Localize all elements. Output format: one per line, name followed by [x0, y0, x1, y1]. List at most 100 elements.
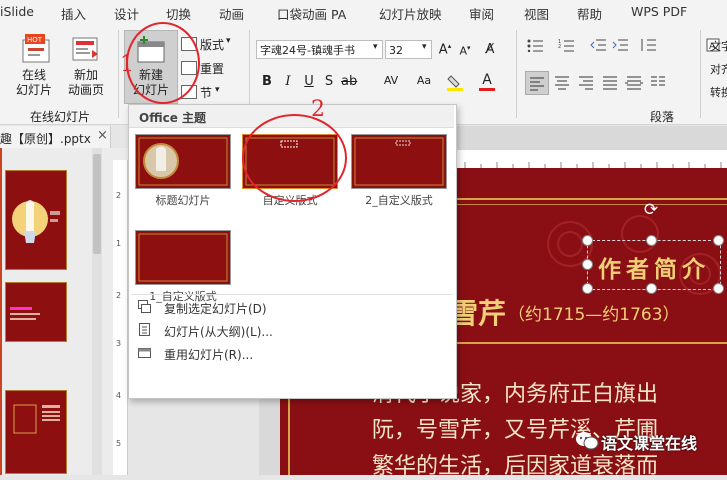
layout-chevron-icon: ▾ — [226, 36, 231, 46]
clear-format-icon[interactable]: A̸ — [482, 42, 498, 57]
svg-text:HOT: HOT — [27, 36, 43, 44]
menu-design[interactable]: 设计 — [114, 4, 139, 23]
layout-label: 2_自定义版式 — [365, 194, 433, 207]
reset-button[interactable]: 重置 — [200, 60, 224, 77]
new-animation-page-icon — [72, 36, 100, 64]
menu-pocket-animation[interactable]: 口袋动画 PA — [277, 4, 346, 23]
author-intro-textbox[interactable]: 作者简介 — [587, 240, 721, 290]
slide-thumbnail-pane — [0, 148, 128, 475]
numbering-icon[interactable]: 12 — [558, 38, 574, 52]
slides-from-outline-command[interactable]: 幻灯片(从大纲)(L)... — [129, 319, 454, 341]
text-direction-button[interactable]: 文字 — [710, 38, 727, 54]
strikethrough-icon[interactable]: ab — [341, 74, 357, 89]
bold-icon[interactable]: B — [259, 74, 275, 89]
svg-text:2: 2 — [116, 191, 121, 200]
resize-handle[interactable] — [582, 235, 593, 246]
author-name: 雪芹 — [450, 297, 507, 330]
svg-text:2: 2 — [558, 44, 561, 50]
thumbnail-scrollbar[interactable] — [93, 154, 101, 254]
font-size-chevron-icon: ▾ — [422, 42, 427, 52]
increase-indent-icon[interactable] — [612, 38, 628, 52]
distribute-icon[interactable] — [624, 72, 644, 92]
font-name-chevron-icon: ▾ — [373, 42, 378, 52]
font-name-combo[interactable]: 字魂24号-镇魂手书 — [256, 40, 383, 59]
resize-handle[interactable] — [713, 283, 724, 294]
resize-handle[interactable] — [646, 235, 657, 246]
reuse-slides-command[interactable]: 重用幻灯片(R)... — [129, 342, 454, 364]
annotation-circle — [242, 114, 347, 202]
author-years: （约1715—约1763） — [508, 305, 680, 325]
svg-text:3: 3 — [116, 339, 121, 348]
wechat-logo-icon — [575, 430, 599, 450]
columns-icon[interactable] — [649, 72, 667, 92]
bullets-icon[interactable] — [527, 38, 543, 53]
horizontal-ruler — [455, 150, 727, 169]
gallery-section-title: Office 主题 — [139, 111, 207, 125]
section-chevron-icon: ▾ — [215, 85, 220, 95]
vertical-ruler: 2 1 2 3 4 5 — [113, 160, 128, 475]
command-label: 幻灯片(从大纲)(L)... — [164, 325, 273, 339]
align-center-icon[interactable] — [552, 72, 572, 92]
duplicate-icon — [138, 300, 151, 313]
rotate-handle-icon[interactable]: ⟳ — [642, 201, 660, 219]
menu-slideshow[interactable]: 幻灯片放映 — [379, 4, 442, 23]
duplicate-slides-command[interactable]: 复制选定幻灯片(D) — [129, 296, 454, 318]
justify-icon[interactable] — [600, 72, 620, 92]
resize-handle[interactable] — [713, 235, 724, 246]
svg-text:1: 1 — [116, 239, 121, 248]
align-left-button[interactable] — [525, 71, 549, 95]
svg-text:5: 5 — [116, 439, 121, 448]
font-color-icon[interactable]: A — [478, 72, 496, 92]
new-animation-page-button[interactable]: 新加 动画页 — [58, 68, 114, 98]
slide-thumbnail[interactable] — [5, 170, 67, 270]
menu-wps-pdf[interactable]: WPS PDF — [631, 4, 687, 19]
group-label-paragraph: 段落 — [650, 110, 675, 124]
grow-font-icon[interactable]: A▴ — [437, 42, 453, 57]
command-label: 重用幻灯片(R)... — [164, 348, 254, 362]
annotation-number: 2 — [311, 97, 325, 122]
online-slides-icon: HOT — [22, 34, 50, 64]
menu-view[interactable]: 视图 — [524, 4, 549, 23]
svg-text:4: 4 — [116, 391, 121, 400]
slide-thumbnail[interactable] — [5, 390, 67, 474]
shrink-font-icon[interactable]: A▾ — [457, 44, 473, 58]
menu-transitions[interactable]: 切换 — [166, 4, 191, 23]
menu-islide[interactable]: iSlide — [0, 4, 34, 19]
close-icon[interactable]: × — [97, 128, 108, 143]
outline-icon — [138, 323, 151, 336]
resize-handle[interactable] — [646, 283, 657, 294]
shadow-icon[interactable]: S — [321, 74, 337, 89]
menu-animations[interactable]: 动画 — [219, 4, 244, 23]
menu-bar: iSlide 插入 设计 切换 动画 口袋动画 PA 幻灯片放映 审阅 视图 帮… — [0, 0, 727, 24]
decrease-indent-icon[interactable] — [590, 38, 606, 52]
layout-button[interactable]: 版式 — [200, 36, 224, 53]
document-tab-title: 趣【原创】.pptx — [0, 132, 91, 146]
reuse-slides-icon — [138, 346, 151, 359]
change-case-icon[interactable]: Aa — [416, 74, 432, 87]
group-label-online-slides: 在线幻灯片 — [30, 110, 91, 124]
convert-smartart-button[interactable]: 转换 — [710, 84, 727, 100]
align-text-button[interactable]: 对齐 — [710, 61, 727, 77]
line-spacing-icon[interactable] — [640, 38, 656, 52]
char-spacing-icon[interactable]: AV — [383, 74, 399, 87]
section-button[interactable]: 节 — [200, 84, 212, 101]
slide-thumbnail[interactable] — [5, 282, 67, 342]
online-slides-button[interactable]: 在线 幻灯片 — [6, 68, 62, 98]
italic-icon[interactable]: I — [280, 74, 296, 89]
watermark-text: 语文课堂在线 — [601, 434, 698, 453]
svg-text:2: 2 — [116, 291, 121, 300]
layout-label: 标题幻灯片 — [155, 194, 211, 207]
command-label: 复制选定幻灯片(D) — [164, 302, 267, 316]
align-right-icon[interactable] — [576, 72, 596, 92]
menu-insert[interactable]: 插入 — [61, 4, 86, 23]
annotation-circle — [126, 22, 200, 104]
resize-handle[interactable] — [582, 259, 593, 270]
document-tab[interactable]: 趣【原创】.pptx × — [0, 126, 111, 148]
highlight-icon[interactable] — [446, 74, 464, 92]
resize-handle[interactable] — [582, 283, 593, 294]
menu-help[interactable]: 帮助 — [577, 4, 602, 23]
menu-review[interactable]: 审阅 — [469, 4, 494, 23]
divider — [450, 342, 727, 344]
underline-icon[interactable]: U — [301, 74, 317, 89]
annotation-number: 1 — [120, 52, 134, 77]
